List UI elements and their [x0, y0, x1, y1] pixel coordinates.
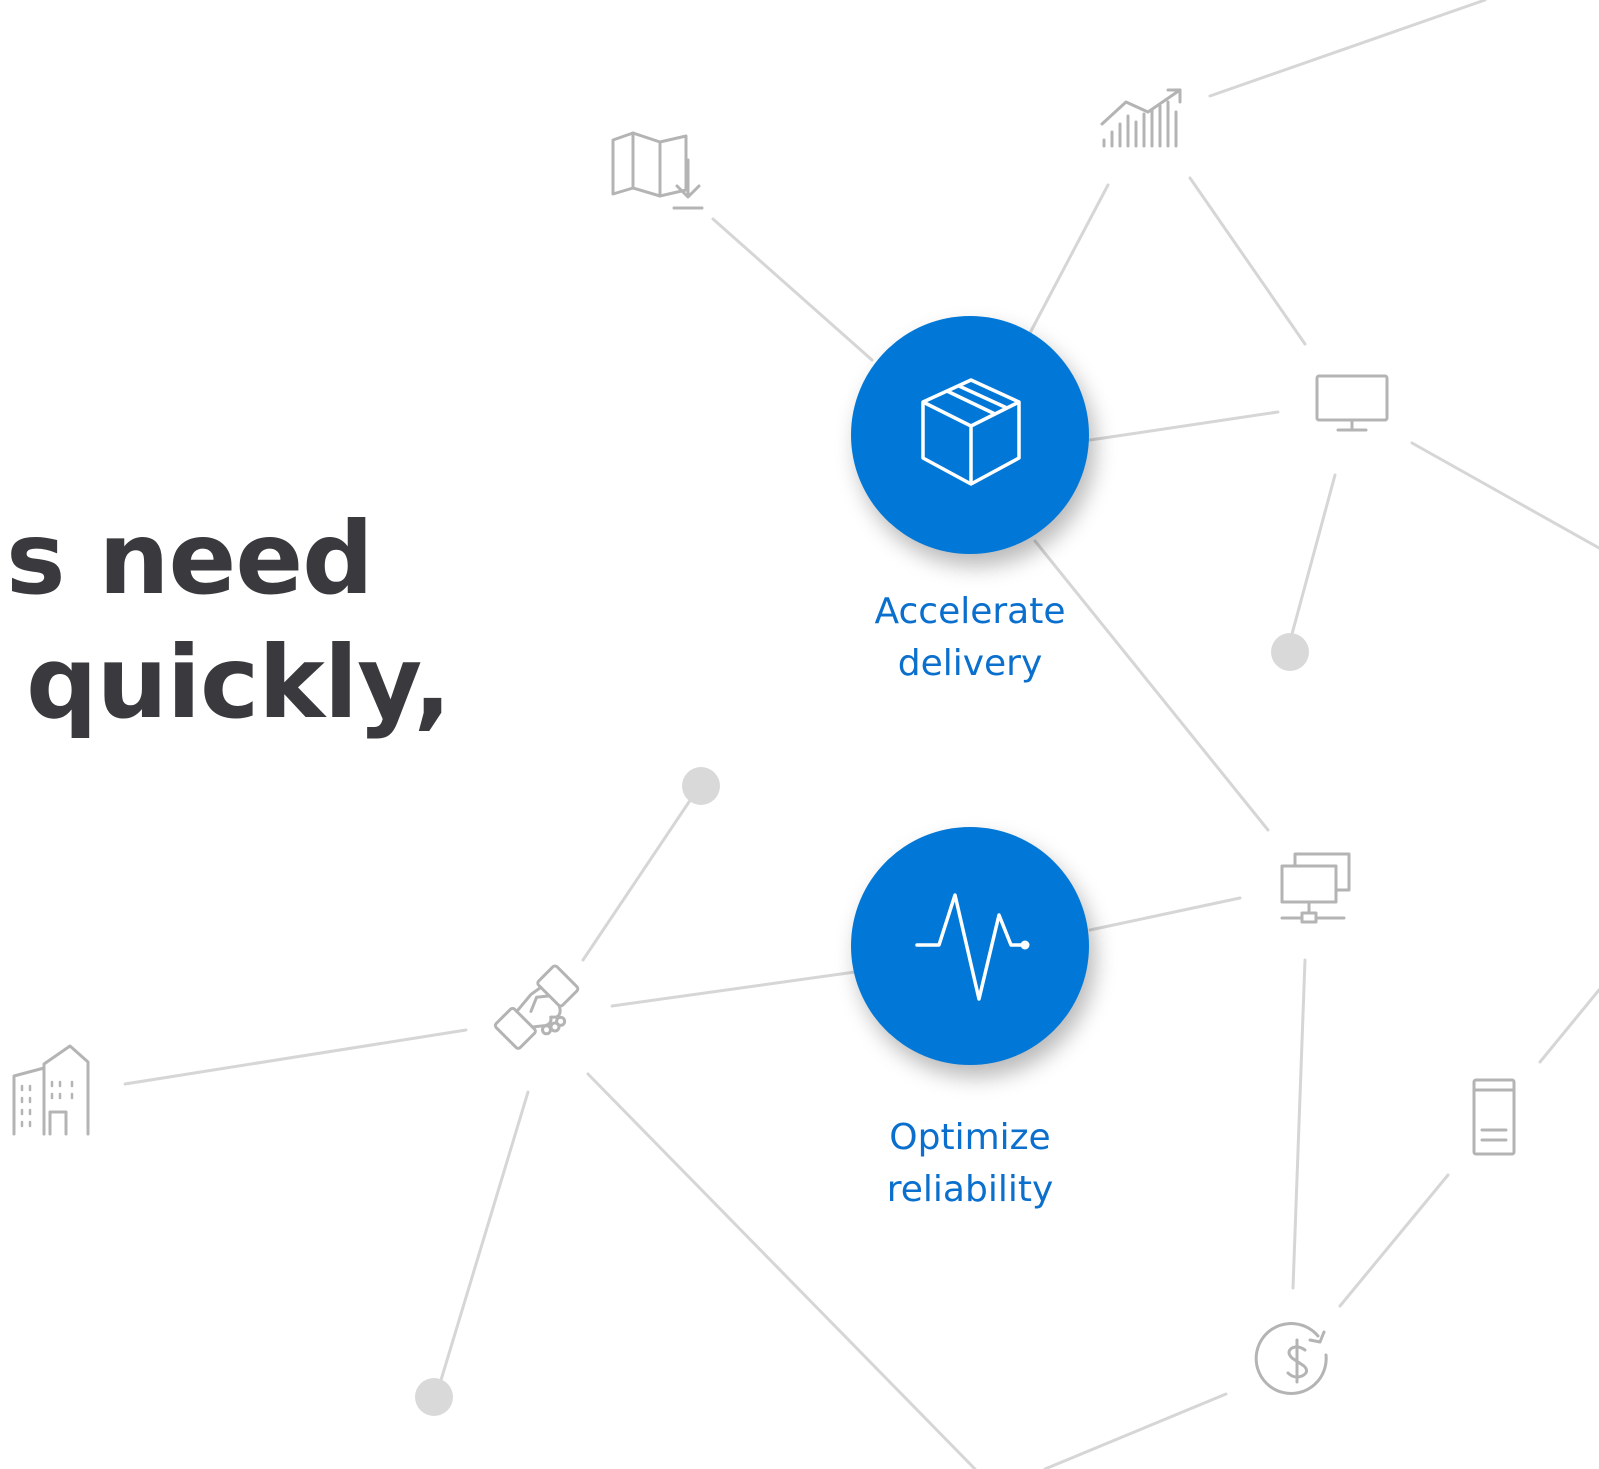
heartbeat-pulse-icon — [915, 893, 1030, 1001]
hub-optimize-reliability — [851, 827, 1089, 1065]
bar-chart-trend-icon — [1100, 88, 1182, 148]
hub-accelerate-delivery — [851, 316, 1089, 554]
hub-label-accelerate-delivery: Accelerate delivery — [820, 586, 1120, 690]
endpoint-dot — [1271, 633, 1309, 671]
package-box-icon — [921, 378, 1021, 486]
dollar-cycle-icon — [1254, 1322, 1328, 1395]
hub-label-line: delivery — [897, 643, 1043, 684]
hub-label-line: Accelerate — [874, 591, 1066, 632]
monitor-icon — [1315, 374, 1389, 432]
endpoint-dot — [682, 767, 720, 805]
server-tower-icon — [1472, 1078, 1516, 1156]
networked-computers-icon — [1280, 852, 1351, 924]
office-building-icon — [12, 1044, 90, 1136]
hub-label-line: Optimize — [889, 1117, 1051, 1158]
map-download-icon — [611, 131, 704, 210]
handshake-icon — [493, 964, 580, 1050]
hub-label-line: reliability — [886, 1169, 1054, 1210]
headline-line-1: s need — [6, 500, 374, 617]
hub-label-optimize-reliability: Optimize reliability — [820, 1112, 1120, 1216]
endpoint-dot — [415, 1378, 453, 1416]
headline-line-2: quickly, — [26, 624, 452, 741]
